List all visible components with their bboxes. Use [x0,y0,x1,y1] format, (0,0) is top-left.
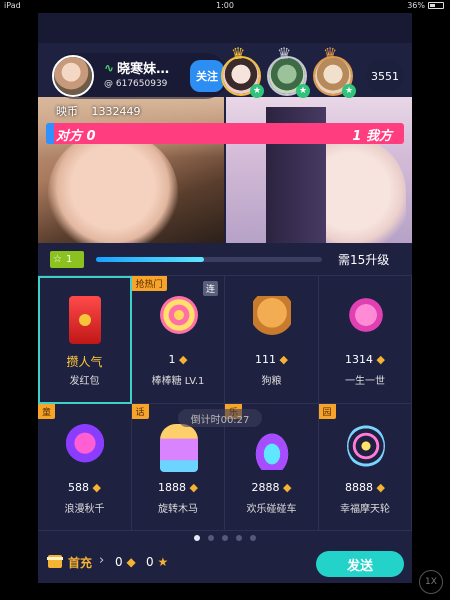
page-dot[interactable] [236,535,242,541]
gift-name: 狗粮 [261,376,282,387]
combo-badge: 连 [203,281,218,296]
pk-own-score: 1 我方 [352,129,392,144]
ferris-wheel-icon [346,423,385,468]
diamond-icon: ◆ [376,353,385,366]
carousel-icon [159,423,198,472]
gift-item[interactable]: 抢热门 连 1 ◆ 棒棒糖 LV.1 [131,276,225,404]
playback-speed-button[interactable]: 1X [419,570,443,594]
star-icon: ★ [157,555,169,569]
gift-name: 幸福摩天轮 [340,503,390,515]
gift-tag: 抢热门 [131,276,167,291]
battery-percent: 36% [407,1,425,10]
star-balance: 0 ★ [146,555,169,569]
page-dot[interactable] [194,535,200,541]
page-dot[interactable] [222,535,228,541]
top-viewer-1[interactable]: ♛ ★ [221,46,264,98]
gift-item[interactable]: 1314 ◆ 一生一世 [318,276,412,404]
follow-button[interactable]: 关注 [190,60,224,92]
diamond-icon: ◆ [376,480,385,494]
gift-price: 1888 [158,480,187,494]
host-avatar[interactable] [52,55,94,97]
page-dot[interactable] [208,535,214,541]
gift-name: 发红包 [69,376,100,387]
user-level-badge: ☆ 1 [50,251,84,268]
live-room: ∿ 晓寒妹… @ 617650939 关注 ♛ ★ ♛ ★ ♛ ★ 3551 映… [38,13,412,583]
page-dot[interactable] [250,535,256,541]
gift-item[interactable]: 园 8888 ◆ 幸福摩天轮 [318,403,412,531]
diamond-icon: ◆ [126,555,136,569]
viewer-count[interactable]: 3551 [366,59,404,93]
host-name: 晓寒妹… [117,62,170,77]
page-indicator [38,535,412,541]
level-progress-track [96,257,322,262]
top-viewer-2[interactable]: ♛ ★ [267,46,310,98]
dog-food-icon [253,296,291,344]
battery-status: 36% [407,1,444,10]
gift-item[interactable]: 童 588 ◆ 浪漫秋千 [38,403,132,531]
gift-name: 棒棒糖 LV.1 [151,376,205,387]
diamond-icon: ◆ [189,480,198,494]
battery-icon [428,2,444,9]
red-envelope-icon [69,296,101,344]
gift-item[interactable]: 攒人气 发红包 [38,276,132,404]
gift-name: 欢乐碰碰车 [246,503,297,515]
gift-price: 攒人气 [66,355,103,369]
gift-tag: 话 [131,403,149,419]
lollipop-icon [159,296,198,334]
coin-label: 映币 [56,105,78,118]
bumper-car-icon [253,429,291,470]
gift-tag: 童 [38,403,56,419]
pk-progress-bar [46,123,404,144]
crown-icon: ♛ [231,44,246,63]
level-progress-fill [96,257,205,262]
crown-icon: ♛ [323,44,338,63]
star-outline-icon: ☆ [53,254,62,265]
gift-grid: 攒人气 发红包 抢热门 连 1 ◆ 棒棒糖 LV.1 111 ◆ 狗粮 1314… [38,275,412,531]
gift-price: 1 [168,353,176,366]
coin-counter: 映币 1332449 [56,103,141,119]
gift-item[interactable]: 111 ◆ 狗粮 [225,276,319,404]
chevron-right-icon[interactable]: › [99,553,104,568]
level-badge-icon: ★ [296,84,310,98]
swing-icon [66,423,104,472]
coin-value: 1332449 [91,105,141,118]
pk-opponent-score: 对方 0 [56,129,96,144]
host-info-bar: ∿ 晓寒妹… @ 617650939 关注 [52,53,228,99]
top-viewer-3[interactable]: ♛ ★ [313,46,356,98]
gift-price: 111 [255,353,277,366]
gift-name: 一生一世 [345,376,385,387]
countdown-timer: 倒计时00:27 [178,409,262,427]
love-heart-icon [346,296,385,334]
gift-name: 浪漫秋千 [64,503,105,515]
gift-box-icon[interactable] [47,555,63,568]
gift-price: 588 [68,480,90,494]
own-video[interactable] [226,97,412,243]
gift-name: 旋转木马 [158,503,198,515]
level-value: 1 [65,254,73,265]
crown-icon: ♛ [277,44,292,63]
clock: 1:00 [216,1,234,10]
level-badge-icon: ★ [342,84,356,98]
gift-price: 1314 [345,353,374,366]
diamond-icon: ◆ [179,353,188,366]
gift-tag: 园 [318,403,336,419]
level-badge-icon: ★ [250,84,264,98]
diamond-balance: 0 ◆ [115,555,136,569]
diamond-icon: ◆ [283,480,292,494]
pk-opponent-share [46,123,54,144]
level-row: ☆ 1 需15升级 [38,243,412,275]
status-bar: iPad 1:00 36% [0,0,450,13]
snake-icon: ∿ [104,60,115,75]
diamond-icon: ◆ [92,480,101,494]
gift-price: 8888 [345,480,374,494]
send-button[interactable]: 发送 [316,551,404,577]
diamond-icon: ◆ [279,353,288,366]
gift-price: 2888 [251,480,280,494]
host-id: 617650939 [115,79,168,89]
first-topup-link[interactable]: 首充 [68,554,92,571]
top-edge [38,13,412,43]
level-need-text: 需15升级 [338,253,390,267]
bottom-bar: 首充 › 0 ◆ 0 ★ 发送 [38,543,412,583]
